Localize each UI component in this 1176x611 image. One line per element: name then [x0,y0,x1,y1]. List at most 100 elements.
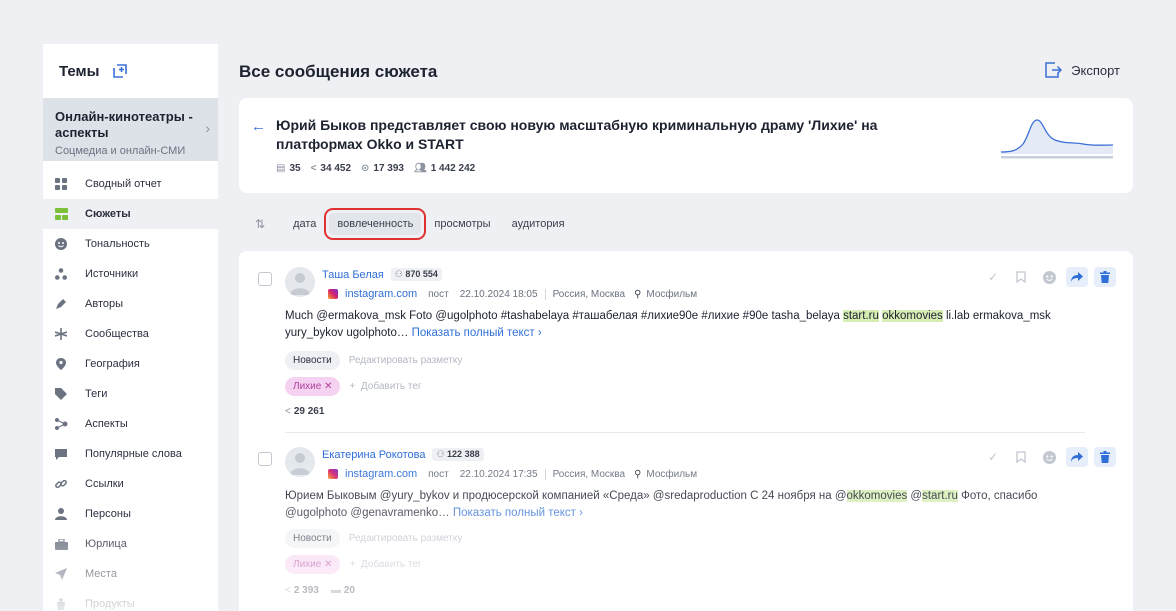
share-icon: < [310,163,317,174]
sidebar-item-geography[interactable]: География [43,349,218,379]
export-button[interactable]: Экспорт [1045,62,1120,78]
post-actions: ✓ [982,267,1116,287]
subscribers-badge: ⚇ 122 388 [432,448,484,461]
topic-name: Онлайн-кинотеатры - аспекты [55,109,193,140]
sidebar-item-label: Сводный отчет [85,178,162,190]
author-name[interactable]: Таша Белая [322,269,384,281]
sidebar-item-products[interactable]: Продукты [43,589,218,611]
add-tag-button[interactable]: + Добавить тег [349,559,421,570]
sidebar-item-places[interactable]: Места [43,559,218,589]
share-icon: < [285,406,291,417]
sort-option-engagement[interactable]: вовлеченность [324,208,427,240]
tags-row: Лихие ✕ + Добавить тег [285,555,422,574]
sidebar-item-summary[interactable]: Сводный отчет [43,169,218,199]
category-chip[interactable]: Новости [285,529,340,548]
text-segment: Much @ermakova_msk Foto @ugolphoto #tash… [285,310,844,322]
sidebar-item-popular-words[interactable]: Популярные слова [43,439,218,469]
smile-icon[interactable] [1038,267,1060,287]
forward-icon[interactable] [1066,447,1088,467]
tag-label: Лихие [293,559,322,570]
sort-icon[interactable]: ⇅ [255,217,265,231]
sort-option-date[interactable]: дата [285,213,324,235]
sidebar-item-legal-entities[interactable]: Юрлица [43,529,218,559]
person-icon [54,507,68,521]
text-segment: Юрием Быковым @yury_bykov и продюсерской… [285,490,847,502]
show-full-text-link[interactable]: Показать полный текст › [453,507,583,519]
sources-icon [54,267,68,281]
tag-chip[interactable]: Лихие ✕ [285,555,341,574]
location-pin-icon [54,357,68,371]
edit-markup-link[interactable]: Редактировать разметку [349,355,463,366]
post-datetime: 22.10.2024 17:35 [459,468,538,480]
tag-icon [54,387,68,401]
sidebar-item-label: Продукты [85,598,135,610]
edit-markup-link[interactable]: Редактировать разметку [349,533,463,544]
sort-option-views[interactable]: просмотры [426,213,498,235]
check-icon[interactable]: ✓ [982,447,1004,467]
post-author: Таша Белая ⚇ 870 554 [322,268,442,281]
show-full-text-link[interactable]: Показать полный текст › [412,327,542,339]
audience-icon: 👥︎ [414,163,427,174]
location-pin-icon: ⚲ [634,468,642,480]
sidebar-item-label: Аспекты [85,418,128,430]
smile-icon[interactable] [1038,447,1060,467]
post-source[interactable]: instagram.com [345,288,417,300]
aspects-icon [54,417,68,431]
views-count: 17 393 [373,163,404,174]
grid-icon [54,177,68,191]
sidebar-item-sources[interactable]: Источники [43,259,218,289]
close-icon[interactable]: ✕ [324,381,332,392]
add-topic-icon[interactable] [111,62,129,80]
sidebar-item-tags[interactable]: Теги [43,379,218,409]
category-chip[interactable]: Новости [285,351,340,370]
forward-icon[interactable] [1066,267,1088,287]
current-topic[interactable]: Онлайн-кинотеатры - аспекты Соцмедиа и о… [43,98,218,161]
sidebar-nav: Сводный отчет Сюжеты Тональность Источни… [43,161,218,611]
subscribers-icon: ⚇ [394,269,406,279]
sort-option-audience[interactable]: аудитория [504,213,573,235]
communities-icon [54,327,68,341]
author-name[interactable]: Екатерина Рокотова [322,449,425,461]
trash-icon[interactable] [1094,447,1116,467]
sidebar-title: Темы [59,62,100,80]
post-region: Россия, Москва [552,288,626,300]
post-place: Мосфильм [646,288,698,300]
tag-chip[interactable]: Лихие ✕ [285,377,341,396]
comments-count: 20 [343,585,355,596]
page-title: Все сообщения сюжета [239,62,438,81]
instagram-icon [328,469,338,479]
sidebar-item-aspects[interactable]: Аспекты [43,409,218,439]
post-checkbox[interactable] [258,272,272,286]
sidebar-item-authors[interactable]: Авторы [43,289,218,319]
add-tag-button[interactable]: + Добавить тег [349,381,421,392]
sidebar-header: Темы [43,44,218,98]
subscribers-icon: ⚇ [436,449,448,459]
sidebar-item-links[interactable]: Ссылки [43,469,218,499]
sidebar-item-label: Сообщества [85,328,149,340]
post-checkbox[interactable] [258,452,272,466]
meta-divider [544,468,546,480]
bookmark-icon[interactable] [1010,447,1032,467]
close-icon[interactable]: ✕ [324,559,332,570]
plus-icon: + [349,381,356,392]
shares-count: 29 261 [293,406,325,417]
messages-count: 35 [289,163,301,174]
check-icon[interactable]: ✓ [982,267,1004,287]
sidebar: Темы Онлайн-кинотеатры - аспекты Соцмеди… [43,44,218,611]
sidebar-item-sentiment[interactable]: Тональность [43,229,218,259]
back-arrow-icon[interactable]: ← [251,118,266,135]
sidebar-item-communities[interactable]: Сообщества [43,319,218,349]
post-datetime: 22.10.2024 18:05 [459,288,538,300]
comment-icon: ▬ [330,585,341,596]
trash-icon[interactable] [1094,267,1116,287]
bookmark-icon[interactable] [1010,267,1032,287]
topic-subtitle: Соцмедиа и онлайн-СМИ [55,145,186,157]
sidebar-item-stories[interactable]: Сюжеты [43,199,218,229]
sidebar-item-persons[interactable]: Персоны [43,499,218,529]
briefcase-icon [54,537,68,551]
list-item: Таша Белая ⚇ 870 554 instagram.com пост … [239,251,1133,433]
instagram-icon [328,289,338,299]
post-source[interactable]: instagram.com [345,468,417,480]
avatar [285,267,315,297]
sidebar-item-label: Популярные слова [85,448,182,460]
